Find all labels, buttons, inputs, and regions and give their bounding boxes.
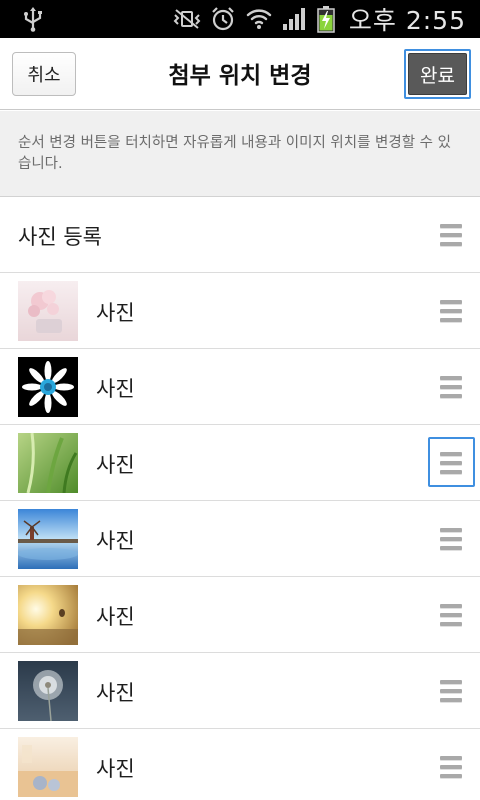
photo-label: 사진 bbox=[96, 453, 135, 477]
reorder-handle-icon[interactable] bbox=[440, 680, 462, 702]
photo-label: 사진 bbox=[96, 529, 135, 553]
attachment-list: 사진 등록 사진 사진 사진 사진 사진 사진 사진 bbox=[0, 197, 480, 800]
reorder-handle-icon[interactable] bbox=[440, 756, 462, 778]
reorder-handle-icon[interactable] bbox=[440, 224, 462, 246]
app-header: 취소 첨부 위치 변경 완료 bbox=[0, 38, 480, 110]
list-item: 사진 bbox=[0, 425, 480, 501]
list-item: 사진 bbox=[0, 349, 480, 425]
wifi-icon bbox=[246, 9, 272, 29]
instruction-text: 순서 변경 버튼을 터치하면 자유롭게 내용과 이미지 위치를 변경할 수 있습… bbox=[0, 111, 480, 197]
reorder-handle-icon[interactable] bbox=[440, 452, 462, 474]
photo-label: 사진 bbox=[96, 681, 135, 705]
vibrate-mute-icon bbox=[173, 9, 201, 29]
photo-register-label: 사진 등록 bbox=[18, 225, 102, 249]
photo-label: 사진 bbox=[96, 757, 135, 781]
list-item: 사진 bbox=[0, 653, 480, 729]
daisy-photo bbox=[18, 357, 78, 417]
battery-charging-icon bbox=[317, 6, 335, 33]
alarm-icon bbox=[212, 7, 234, 31]
list-header-row: 사진 등록 bbox=[0, 197, 480, 273]
beach-photo bbox=[18, 737, 78, 797]
list-item: 사진 bbox=[0, 273, 480, 349]
photo-label: 사진 bbox=[96, 301, 135, 325]
sunset-balloon-photo bbox=[18, 585, 78, 645]
reorder-handle-icon[interactable] bbox=[440, 300, 462, 322]
reorder-handle-icon[interactable] bbox=[440, 528, 462, 550]
reorder-handle-icon[interactable] bbox=[440, 604, 462, 626]
list-item: 사진 bbox=[0, 577, 480, 653]
status-icons: 오후 2:55 bbox=[173, 0, 466, 38]
dandelion-photo bbox=[18, 661, 78, 721]
signal-icon bbox=[282, 8, 305, 30]
list-item: 사진 bbox=[0, 729, 480, 800]
photo-label: 사진 bbox=[96, 605, 135, 629]
pink-flowers-photo bbox=[18, 281, 78, 341]
list-item: 사진 bbox=[0, 501, 480, 577]
status-bar: 오후 2:55 bbox=[0, 0, 480, 38]
status-time: 오후 2:55 bbox=[348, 6, 466, 35]
usb-icon bbox=[24, 7, 42, 32]
reorder-handle-icon[interactable] bbox=[440, 376, 462, 398]
done-button[interactable]: 완료 bbox=[408, 53, 467, 95]
green-grass-photo bbox=[18, 433, 78, 493]
windmill-lake-photo bbox=[18, 509, 78, 569]
photo-label: 사진 bbox=[96, 377, 135, 401]
